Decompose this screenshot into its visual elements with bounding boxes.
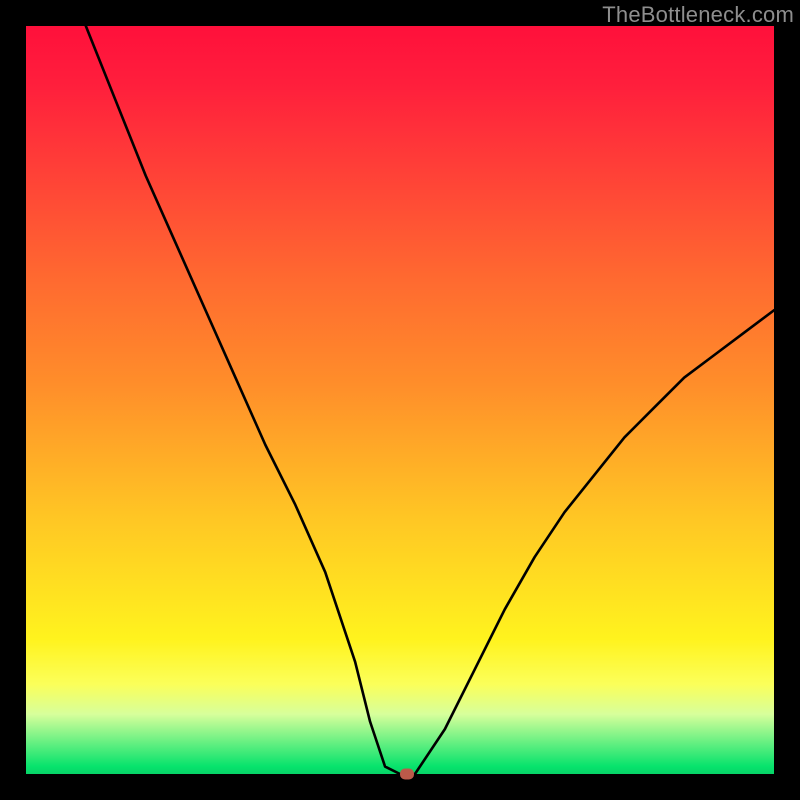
chart-frame: TheBottleneck.com (0, 0, 800, 800)
optimum-marker (400, 769, 414, 780)
watermark-text: TheBottleneck.com (602, 2, 794, 28)
bottleneck-curve (26, 26, 774, 774)
plot-area (26, 26, 774, 774)
